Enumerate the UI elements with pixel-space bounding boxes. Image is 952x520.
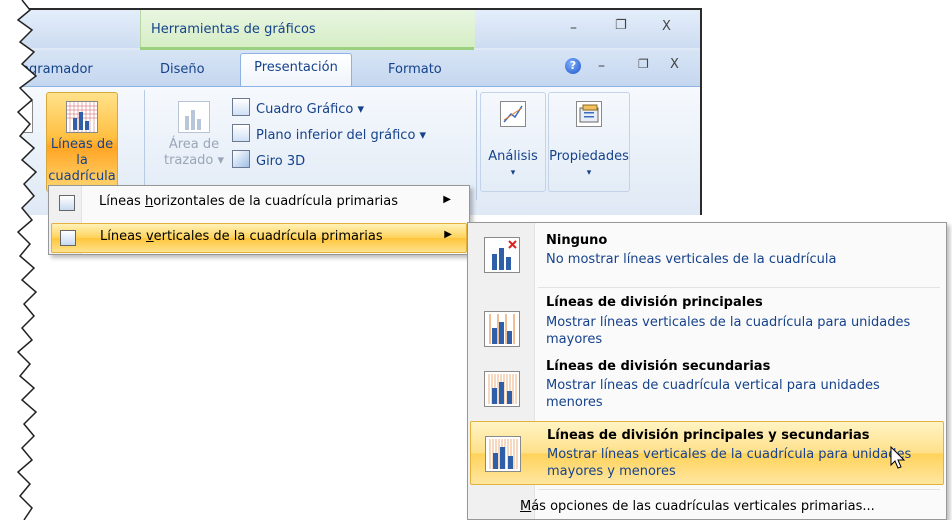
major-minor-description: Mostrar líneas verticales de la cuadrícu…: [547, 447, 912, 479]
chart-floor-icon: [232, 124, 250, 142]
chart-wall-icon: [232, 98, 250, 116]
tab-diseno[interactable]: Diseño: [160, 62, 205, 77]
gridlines-icon: [66, 101, 98, 133]
chart-wall-button[interactable]: Cuadro Gráfico ▾: [232, 98, 364, 120]
minimize-button[interactable]: –: [570, 20, 577, 36]
minor-gridlines-icon: [484, 371, 520, 407]
tab-presentacion[interactable]: Presentación: [240, 53, 352, 88]
menu-item-minor-gridlines[interactable]: Líneas de división secundarias Mostrar l…: [470, 357, 942, 419]
ribbon-window: Herramientas de gráficos – ❐ X rogramado…: [20, 8, 702, 215]
analysis-label: Análisis: [488, 149, 538, 164]
torn-edge-decoration: [0, 0, 38, 520]
plot-area-label-2: trazado ▾: [163, 153, 225, 168]
vertical-gridlines-icon: [60, 230, 76, 246]
properties-dropdown-icon: ▾: [586, 168, 592, 178]
doc-restore-button[interactable]: ❐: [638, 57, 649, 71]
properties-button[interactable]: Propiedades ▾: [548, 92, 630, 192]
major-gridlines-icon: [484, 311, 520, 347]
major-minor-gridlines-icon: [485, 436, 521, 472]
close-button[interactable]: X: [662, 19, 671, 34]
minor-title: Líneas de división secundarias: [546, 359, 771, 374]
restore-button[interactable]: ❐: [615, 18, 627, 33]
tab-formato[interactable]: Formato: [388, 62, 442, 77]
plot-area-label-1: Área de: [168, 137, 220, 152]
chart-tools-label: Herramientas de gráficos: [151, 22, 316, 37]
more-vertical-gridline-options[interactable]: Más opciones de las cuadrículas vertical…: [520, 499, 875, 514]
analysis-icon: [500, 101, 526, 127]
chart-wall-label: Cuadro Gráfico ▾: [256, 102, 365, 117]
help-icon[interactable]: ?: [565, 58, 581, 74]
menu-separator: [538, 287, 940, 288]
major-description: Mostrar líneas verticales de la cuadrícu…: [546, 315, 911, 347]
rotation-3d-label: Giro 3D: [256, 154, 306, 169]
doc-minimize-button[interactable]: –: [598, 58, 605, 74]
mouse-cursor-icon: [890, 446, 906, 469]
menu-item-none[interactable]: Ninguno No mostrar líneas verticales de …: [470, 227, 942, 285]
menu-item-major-gridlines[interactable]: Líneas de división principales Mostrar l…: [470, 291, 942, 353]
rotation-3d-button[interactable]: Giro 3D: [232, 150, 305, 172]
minor-description: Mostrar líneas de cuadrícula vertical pa…: [546, 378, 880, 410]
horizontal-gridlines-label: Líneas horizontales de la cuadrícula pri…: [99, 194, 399, 209]
analysis-dropdown-icon: ▾: [510, 168, 516, 178]
vertical-gridlines-submenu: Ninguno No mostrar líneas verticales de …: [467, 222, 947, 520]
title-bar-right: – ❐ X: [475, 10, 700, 48]
gridlines-menu: Líneas horizontales de la cuadrícula pri…: [48, 185, 470, 255]
none-title: Ninguno: [546, 233, 608, 248]
menu-item-horizontal-gridlines[interactable]: Líneas horizontales de la cuadrícula pri…: [51, 189, 465, 217]
analysis-button[interactable]: Análisis ▾: [480, 92, 546, 192]
menu-item-major-minor-gridlines[interactable]: Líneas de división principales y secunda…: [470, 421, 944, 485]
group-separator: [144, 90, 145, 200]
plot-area-icon: [178, 101, 210, 133]
properties-label: Propiedades: [549, 149, 629, 164]
rotation-3d-icon: [232, 150, 250, 168]
group-separator: [476, 90, 477, 200]
submenu-arrow-icon: ▶: [444, 229, 452, 240]
chart-tools-contextual-tab: Herramientas de gráficos: [140, 10, 476, 48]
major-minor-title: Líneas de división principales y secunda…: [547, 428, 870, 443]
none-description: No mostrar líneas verticales de la cuadr…: [546, 252, 837, 267]
vertical-gridlines-label: Líneas verticales de la cuadrícula prima…: [100, 229, 383, 244]
chart-floor-button[interactable]: Plano inferior del gráfico ▾: [232, 124, 426, 146]
major-title: Líneas de división principales: [546, 295, 763, 310]
menu-separator: [538, 489, 940, 490]
horizontal-gridlines-icon: [59, 195, 75, 211]
plot-area-button[interactable]: Área de trazado ▾: [160, 92, 228, 192]
doc-close-button[interactable]: X: [670, 57, 679, 72]
no-gridlines-icon: [484, 237, 520, 273]
menu-item-vertical-gridlines[interactable]: Líneas verticales de la cuadrícula prima…: [51, 223, 467, 253]
chart-floor-label: Plano inferior del gráfico ▾: [256, 128, 427, 143]
properties-icon: [576, 101, 602, 127]
submenu-arrow-icon: ▶: [443, 194, 451, 205]
